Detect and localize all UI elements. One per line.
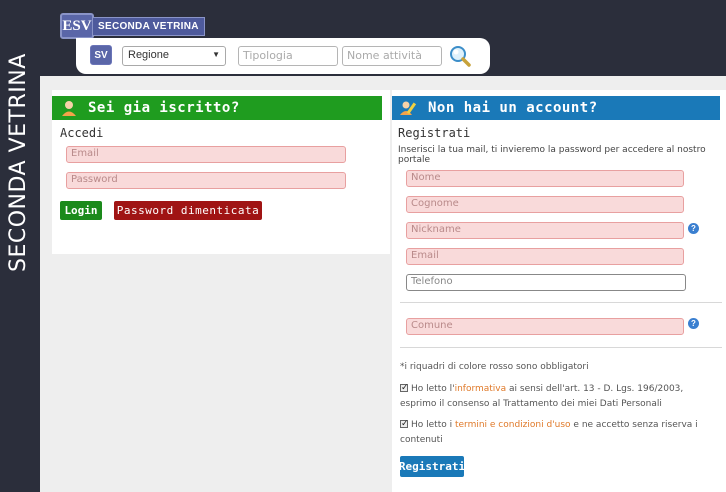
telefono-field[interactable]: Telefono [406,274,686,291]
search-icon[interactable] [448,44,472,68]
region-select[interactable]: Regione ▼ [122,46,226,66]
nickname-help-icon[interactable]: ? [688,223,699,234]
divider [400,302,722,303]
top-header: ESV SECONDA VETRINA SV Regione ▼ Tipolog… [0,0,726,76]
nickname-field[interactable]: Nickname [406,222,684,239]
search-bar: SV Regione ▼ Tipologia Nome attività [76,38,490,74]
register-email-field[interactable]: Email [406,248,684,265]
login-header: Sei gia iscritto? [52,96,382,120]
informativa-link[interactable]: informativa [455,384,507,394]
side-brand-text: SECONDA VETRINA [6,53,31,272]
chevron-down-icon: ▼ [212,50,220,59]
divider [400,347,722,348]
login-email-field[interactable]: Email [66,146,346,163]
login-subtitle: Accedi [60,126,104,140]
terms-consent: Ho letto i termini e condizioni d'uso e … [400,417,712,448]
logo-text: SECONDA VETRINA [92,16,205,36]
tipologia-input[interactable]: Tipologia [238,46,338,66]
register-button[interactable]: Registrati [399,456,465,477]
region-select-value: Regione [128,49,169,61]
register-header: Non hai un account? [392,96,720,120]
site-logo[interactable]: ESV SECONDA VETRINA [60,12,205,40]
terms-checkbox[interactable] [400,417,409,432]
nome-attivita-input[interactable]: Nome attività [342,46,442,66]
login-panel: Sei gia iscritto? Accedi Email Password … [52,90,390,254]
register-description: Inserisci la tua mail, ti invieremo la p… [398,145,706,165]
terms-link[interactable]: termini e condizioni d'uso [455,420,571,430]
nome-field[interactable]: Nome [406,170,684,187]
login-title: Sei gia iscritto? [88,100,240,116]
register-panel: Non hai un account? Registrati Inserisci… [392,90,726,492]
register-subtitle: Registrati [398,126,471,140]
forgot-password-button[interactable]: Password dimenticata [114,201,262,220]
searchbar-logo: SV [90,45,112,65]
register-title: Non hai un account? [428,100,598,116]
logo-mark: ESV [60,13,94,39]
consent2-pre: Ho letto i [411,420,455,430]
comune-field[interactable]: Comune [406,318,684,335]
user-icon [62,101,76,116]
consent1-pre: Ho letto l' [411,384,455,394]
privacy-checkbox[interactable] [400,381,409,396]
required-note: *i riquadri di colore rosso sono obbliga… [400,362,589,372]
comune-help-icon[interactable]: ? [688,318,699,329]
privacy-consent: Ho letto l'informativa ai sensi dell'art… [400,381,712,412]
cognome-field[interactable]: Cognome [406,196,684,213]
main-content: Sei gia iscritto? Accedi Email Password … [40,76,726,492]
login-password-field[interactable]: Password [66,172,346,189]
side-brand: SECONDA VETRINA [0,53,40,492]
edit-user-icon [400,101,417,115]
login-button[interactable]: Login [60,201,102,220]
